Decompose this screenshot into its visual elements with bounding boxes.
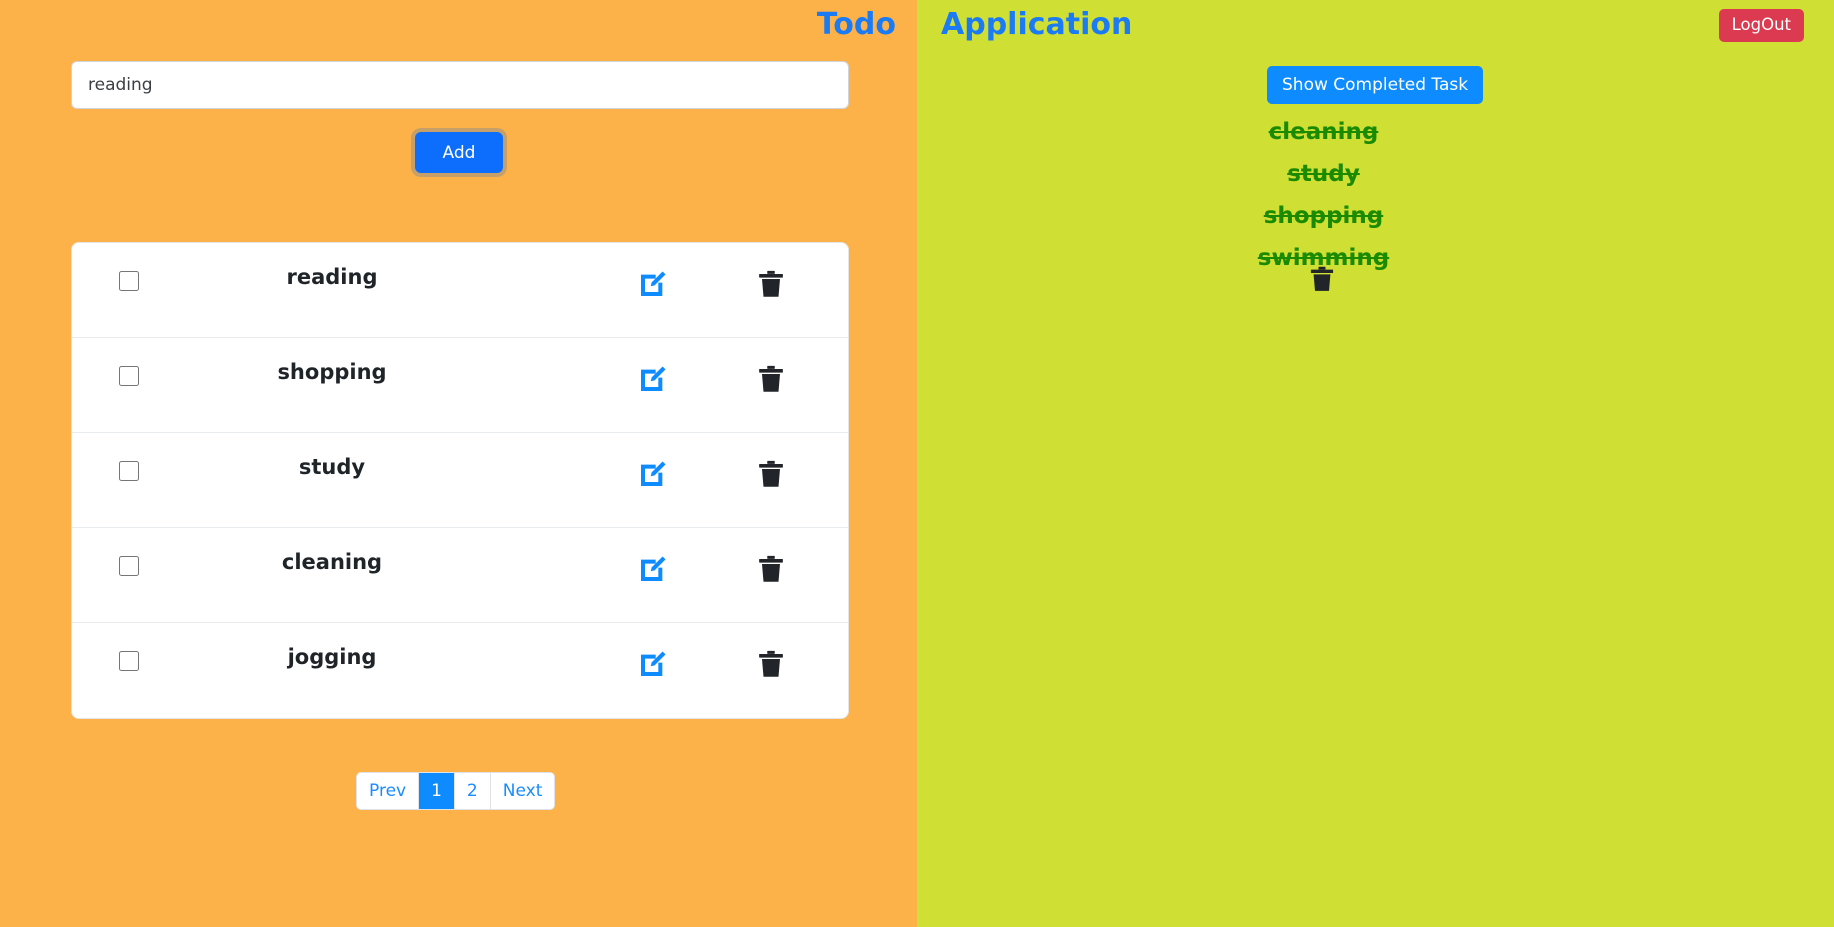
edit-icon[interactable] [637,648,669,680]
todo-row[interactable]: cleaning [72,528,848,623]
edit-icon[interactable] [637,363,669,395]
completed-task-item: study [1287,160,1360,187]
trash-icon[interactable] [756,458,786,490]
pagination-page-2-button[interactable]: 2 [454,773,491,809]
todo-row[interactable]: jogging [72,623,848,718]
completed-task-list: cleaning study shopping swimming [917,112,1730,279]
todo-application: Todo Add reading [0,0,1834,927]
page-title-application: Application [941,7,1133,42]
trash-icon[interactable] [756,268,786,300]
todo-label: shopping [277,360,387,384]
trash-icon[interactable] [1308,264,1336,294]
todo-label: reading [286,265,378,289]
trash-icon[interactable] [756,648,786,680]
todo-row[interactable]: study [72,433,848,528]
edit-icon[interactable] [637,553,669,585]
pagination: Prev 1 2 Next [356,772,556,810]
new-todo-input[interactable] [71,61,849,109]
show-completed-task-button[interactable]: Show Completed Task [1267,66,1484,104]
trash-icon[interactable] [756,553,786,585]
todo-row[interactable]: shopping [72,338,848,433]
todo-label: jogging [287,645,377,669]
page-title-todo: Todo [816,7,896,42]
todo-row[interactable]: reading [72,243,848,338]
pagination-prev-button[interactable]: Prev [357,773,420,809]
completed-panel: Application LogOut Show Completed Task c… [917,0,1834,927]
completed-task-item: cleaning [1268,119,1379,145]
logout-button[interactable]: LogOut [1718,9,1804,43]
pagination-page-1-button[interactable]: 1 [419,773,455,809]
todo-list-card: reading shopping study cleaning jogging [71,242,849,719]
completed-task-item: shopping [1263,202,1384,229]
todo-panel: Todo Add reading [0,0,917,927]
edit-icon[interactable] [637,458,669,490]
edit-icon[interactable] [637,268,669,300]
pagination-next-button[interactable]: Next [490,773,555,809]
todo-label: cleaning [281,550,383,574]
trash-icon[interactable] [756,363,786,395]
add-todo-button[interactable]: Add [415,132,503,173]
todo-label: study [298,455,366,479]
